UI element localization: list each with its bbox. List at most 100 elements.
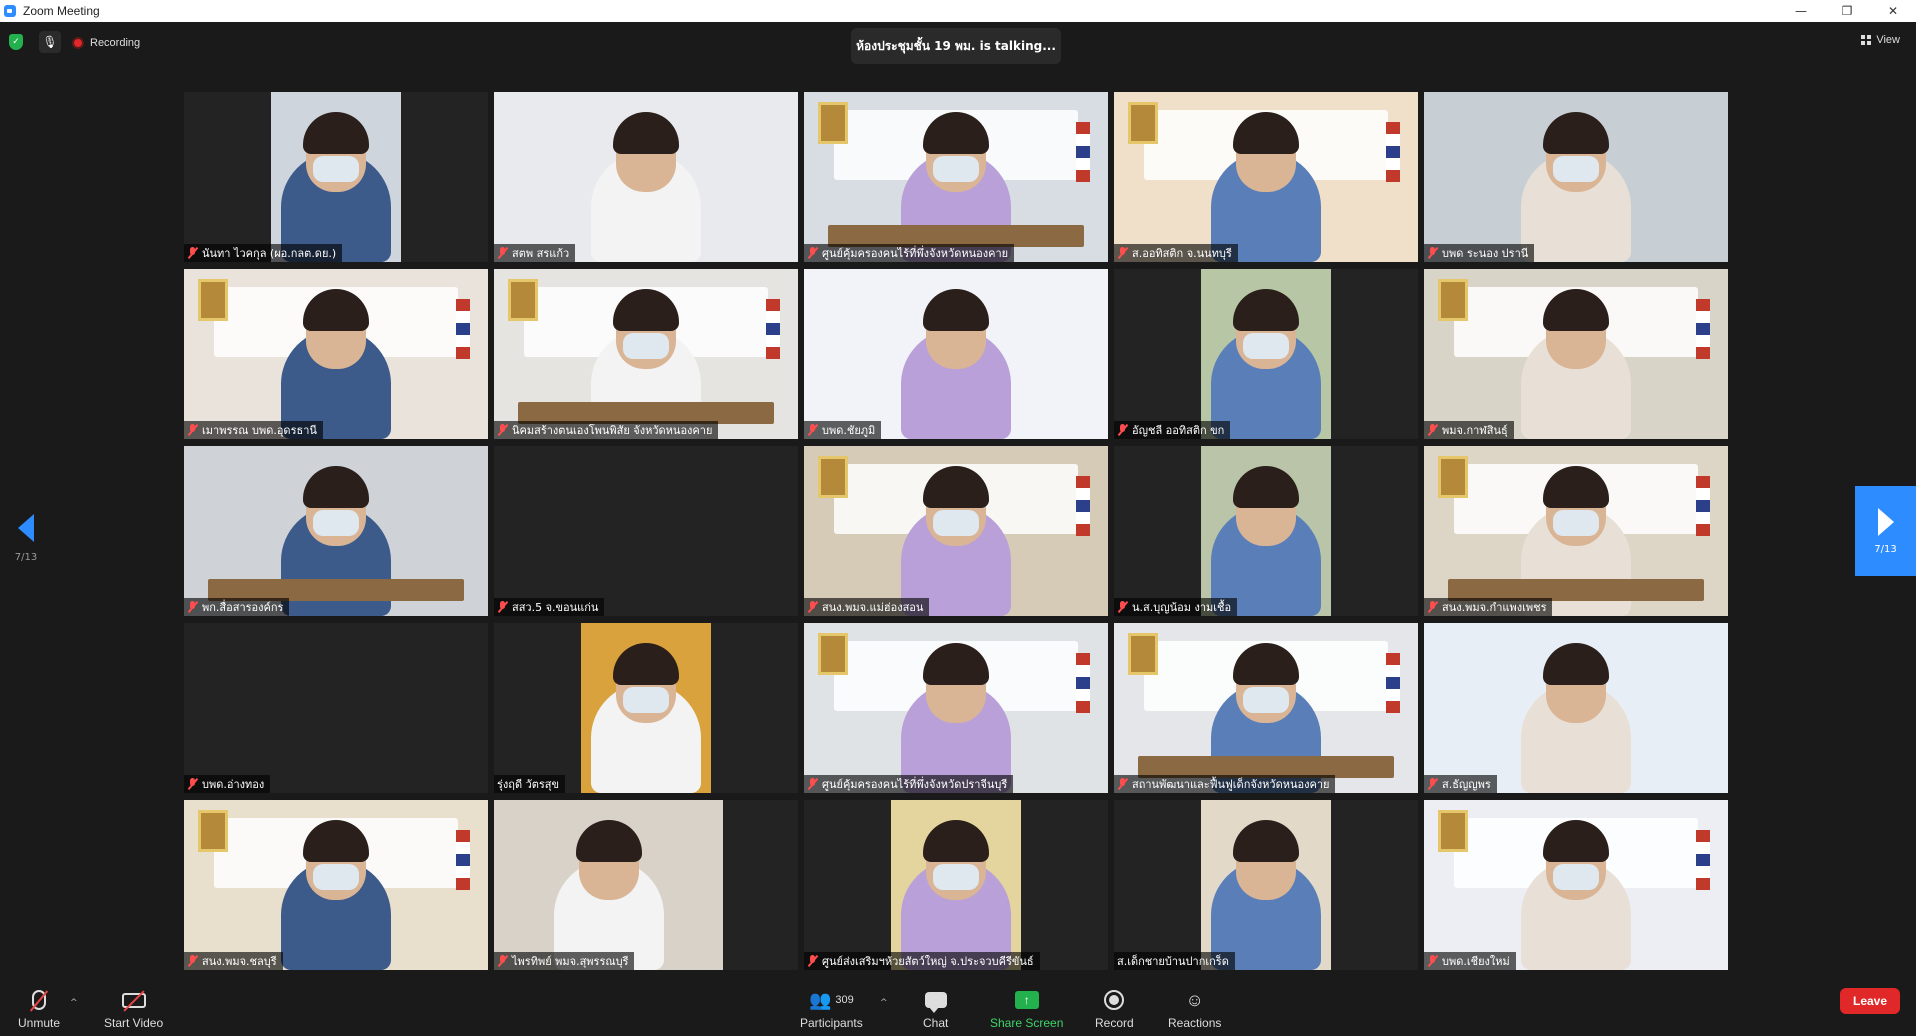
participant-name: พมจ.กาฬสินธุ์ bbox=[1442, 424, 1508, 437]
muted-mic-icon bbox=[1427, 955, 1439, 967]
muted-mic-icon bbox=[1117, 778, 1129, 790]
arrow-right-icon bbox=[1877, 507, 1894, 536]
chat-label: Chat bbox=[923, 1016, 949, 1030]
portrait-frame bbox=[508, 279, 538, 321]
participants-button[interactable]: 👥 309 Participants bbox=[800, 986, 863, 1031]
participant-tile[interactable]: สนง.พมจ.กำแพงเพชร bbox=[1424, 446, 1728, 616]
participant-video bbox=[271, 92, 401, 262]
participant-hair bbox=[1233, 466, 1299, 508]
shield-check-icon[interactable]: ✓ bbox=[9, 34, 23, 50]
muted-mic-icon bbox=[187, 778, 199, 790]
participant-hair bbox=[613, 112, 679, 154]
record-button[interactable]: Record bbox=[1095, 986, 1134, 1030]
thai-flag bbox=[1076, 122, 1090, 182]
grid-view-icon bbox=[1861, 35, 1872, 45]
participant-tile[interactable]: ศูนย์คุ้มครองคนไร้ที่พึ่งจังหวัดหนองคาย bbox=[804, 92, 1108, 262]
face-mask bbox=[313, 156, 359, 182]
participant-tile[interactable]: บพด.เชียงใหม่ bbox=[1424, 800, 1728, 970]
participant-video bbox=[581, 623, 711, 793]
muted-mic-icon bbox=[807, 955, 819, 967]
participant-tile[interactable]: บพด ระนอง ปรานี bbox=[1424, 92, 1728, 262]
share-screen-icon: ↑ bbox=[1014, 991, 1039, 1009]
participant-name-label: สนง.พมจ.ชลบุรี bbox=[184, 952, 283, 970]
participant-hair bbox=[923, 820, 989, 862]
muted-mic-icon bbox=[807, 778, 819, 790]
participant-name: ส.เด็กชายบ้านปากเกร็ด bbox=[1117, 955, 1229, 968]
microphone-icon[interactable]: 🎙 bbox=[39, 31, 61, 53]
muted-mic-icon bbox=[497, 424, 509, 436]
recording-indicator[interactable]: Recording bbox=[72, 33, 140, 53]
participant-tile[interactable]: ส.ออทิสติก จ.นนทบุรี bbox=[1114, 92, 1418, 262]
participant-tile[interactable]: พก.สื่อสารองค์กร bbox=[184, 446, 488, 616]
face-mask bbox=[1243, 333, 1289, 359]
participant-tile[interactable]: ศูนย์ส่งเสริมฯห้วยสัตว์ใหญ่ จ.ประจวบคีรี… bbox=[804, 800, 1108, 970]
face-mask bbox=[313, 864, 359, 890]
participant-video bbox=[1114, 623, 1418, 793]
muted-mic-icon bbox=[807, 424, 819, 436]
muted-mic-icon bbox=[187, 247, 199, 259]
thai-flag bbox=[1696, 299, 1710, 359]
muted-mic-icon bbox=[807, 247, 819, 259]
restore-icon[interactable]: ❐ bbox=[1824, 0, 1870, 22]
unmute-button[interactable]: Unmute bbox=[18, 986, 60, 1030]
participant-tile[interactable]: ไพรทิพย์ พมจ.สุพรรณบุรี bbox=[494, 800, 798, 970]
participant-video bbox=[1201, 800, 1331, 970]
portrait-frame bbox=[198, 810, 228, 852]
participant-tile[interactable]: สถานพัฒนาและฟื้นฟูเด็กจังหวัดหนองคาย bbox=[1114, 623, 1418, 793]
thai-flag bbox=[1076, 476, 1090, 536]
participant-name-label: นิคมสร้างตนเองโพนพิสัย จังหวัดหนองคาย bbox=[494, 421, 719, 439]
participant-name: บพด.ชัยภูมิ bbox=[822, 424, 876, 437]
participants-caret-icon[interactable]: ^ bbox=[880, 998, 888, 1008]
minimize-icon[interactable]: — bbox=[1778, 0, 1824, 22]
participant-tile[interactable]: น.ส.บุญน้อม งามเชื้อ bbox=[1114, 446, 1418, 616]
chat-button[interactable]: Chat bbox=[923, 986, 948, 1030]
portrait-frame bbox=[1438, 279, 1468, 321]
muted-mic-icon bbox=[1427, 247, 1439, 259]
participant-tile[interactable]: สนง.พมจ.แม่ฮ่องสอน bbox=[804, 446, 1108, 616]
participant-tile[interactable]: รุ่งฤดี วัตรสุข bbox=[494, 623, 798, 793]
participant-tile[interactable]: ส.ธัญญพร bbox=[1424, 623, 1728, 793]
view-button[interactable]: View bbox=[1861, 34, 1900, 46]
previous-page-button[interactable]: 7/13 bbox=[8, 514, 44, 574]
participant-tile[interactable]: นิคมสร้างตนเองโพนพิสัย จังหวัดหนองคาย bbox=[494, 269, 798, 439]
meeting-topbar: ✓ 🎙 Recording ห้องประชุมชั้น 19 พม. is t… bbox=[0, 22, 1916, 66]
participant-video bbox=[804, 92, 1108, 262]
start-video-button[interactable]: Start Video bbox=[104, 986, 163, 1030]
participant-tile[interactable]: ศูนย์คุ้มครองคนไร้ที่พึ่งจังหวัดปราจีนบุ… bbox=[804, 623, 1108, 793]
participant-tile[interactable]: บพด.ชัยภูมิ bbox=[804, 269, 1108, 439]
participant-tile[interactable]: นันทา ไวคกุล (ผอ.กลต.ดย.) bbox=[184, 92, 488, 262]
participant-tile[interactable]: ส.เด็กชายบ้านปากเกร็ด bbox=[1114, 800, 1418, 970]
participant-tile[interactable]: สนง.พมจ.ชลบุรี bbox=[184, 800, 488, 970]
participant-name-label: อัญชลี ออทิสติก ขก bbox=[1114, 421, 1231, 439]
participant-tile[interactable]: บพด.อ่างทอง bbox=[184, 623, 488, 793]
participant-name: ศูนย์คุ้มครองคนไร้ที่พึ่งจังหวัดหนองคาย bbox=[822, 247, 1009, 260]
thai-flag bbox=[1696, 830, 1710, 890]
reactions-button[interactable]: ☺ Reactions bbox=[1168, 986, 1221, 1031]
muted-mic-icon bbox=[1117, 601, 1129, 613]
participant-hair bbox=[575, 820, 642, 862]
participant-name-label: สนง.พมจ.กำแพงเพชร bbox=[1424, 598, 1553, 616]
participant-tile[interactable]: เมาพรรณ บพด.อุดรธานี bbox=[184, 269, 488, 439]
thai-flag bbox=[1696, 476, 1710, 536]
face-mask bbox=[933, 510, 979, 536]
next-page-button[interactable]: 7/13 bbox=[1855, 486, 1916, 576]
participant-tile[interactable]: พมจ.กาฬสินธุ์ bbox=[1424, 269, 1728, 439]
participant-name-label: บพด.เชียงใหม่ bbox=[1424, 952, 1516, 970]
participant-tile[interactable]: สตพ สรแก้ว bbox=[494, 92, 798, 262]
title-bar: Zoom Meeting — ❐ ✕ bbox=[0, 0, 1916, 22]
participant-name-label: ส.ธัญญพร bbox=[1424, 775, 1497, 793]
thai-flag bbox=[456, 830, 470, 890]
participant-name: ไพรทิพย์ พมจ.สุพรรณบุรี bbox=[512, 955, 629, 968]
meeting-toolbar: Unmute ^ Start Video 👥 309 Participants ^… bbox=[0, 978, 1916, 1036]
face-mask bbox=[933, 156, 979, 182]
participant-name-label: ส.เด็กชายบ้านปากเกร็ด bbox=[1114, 952, 1235, 970]
participant-name-label: ไพรทิพย์ พมจ.สุพรรณบุรี bbox=[494, 952, 635, 970]
video-off-icon bbox=[121, 992, 146, 1008]
share-screen-button[interactable]: ↑ Share Screen bbox=[990, 986, 1063, 1030]
participant-name-label: สตพ สรแก้ว bbox=[494, 244, 576, 262]
leave-button[interactable]: Leave bbox=[1840, 988, 1900, 1014]
close-icon[interactable]: ✕ bbox=[1870, 0, 1916, 22]
audio-options-caret-icon[interactable]: ^ bbox=[70, 998, 78, 1008]
participant-tile[interactable]: สสว.5 จ.ขอนแก่น bbox=[494, 446, 798, 616]
participant-tile[interactable]: อัญชลี ออทิสติก ขก bbox=[1114, 269, 1418, 439]
